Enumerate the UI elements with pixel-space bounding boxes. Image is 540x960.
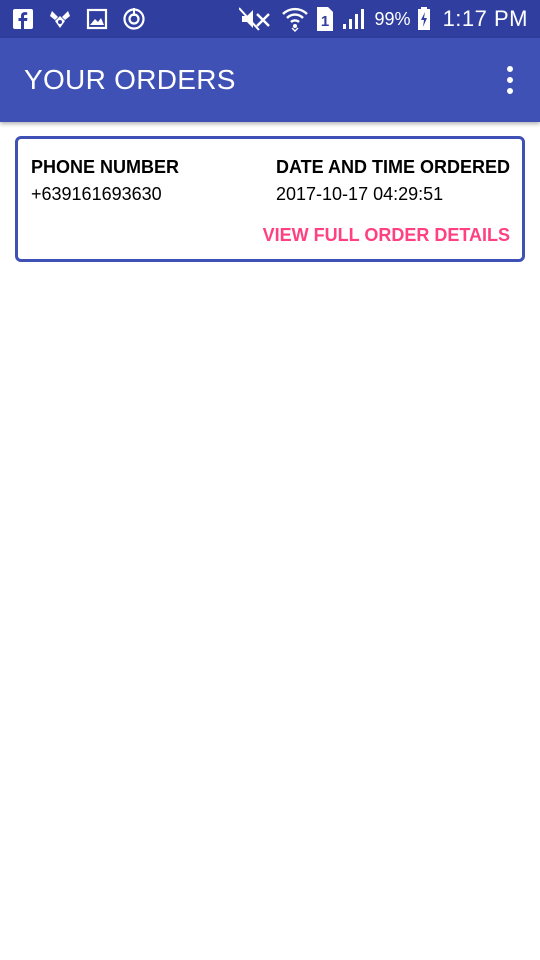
menu-dot <box>507 66 513 72</box>
sim-number: 1 <box>320 13 328 30</box>
mute-icon <box>238 7 275 31</box>
date-ordered-label: DATE AND TIME ORDERED <box>276 157 510 177</box>
date-ordered-value: 2017-10-17 04:29:51 <box>276 184 444 204</box>
battery-percentage: 99% <box>374 8 411 29</box>
phone-number-value: +639161693630 <box>31 184 162 204</box>
sim-icon: 1 <box>315 6 335 32</box>
gallery-icon <box>86 8 108 30</box>
bug-icon <box>48 8 72 30</box>
order-card: PHONE NUMBER +639161693630 DATE AND TIME… <box>15 136 525 262</box>
more-vert-icon[interactable] <box>498 60 522 100</box>
facebook-icon <box>12 8 34 30</box>
view-full-order-details-button[interactable]: VIEW FULL ORDER DETAILS <box>263 225 510 246</box>
sync-icon <box>122 7 146 31</box>
status-time: 1:17 PM <box>442 6 528 31</box>
status-bar: 1 99% 1:17 PM <box>0 0 540 38</box>
app-bar: YOUR ORDERS <box>0 38 540 122</box>
signal-icon <box>341 7 367 31</box>
menu-dot <box>507 77 513 83</box>
wifi-icon <box>281 6 309 32</box>
battery-charging-icon <box>417 7 431 31</box>
status-right-icons: 1 99% 1:17 PM <box>238 6 528 32</box>
status-left-icons <box>12 7 146 31</box>
page-title: YOUR ORDERS <box>24 64 236 95</box>
phone-number-label: PHONE NUMBER <box>31 157 180 177</box>
menu-dot <box>507 88 513 94</box>
